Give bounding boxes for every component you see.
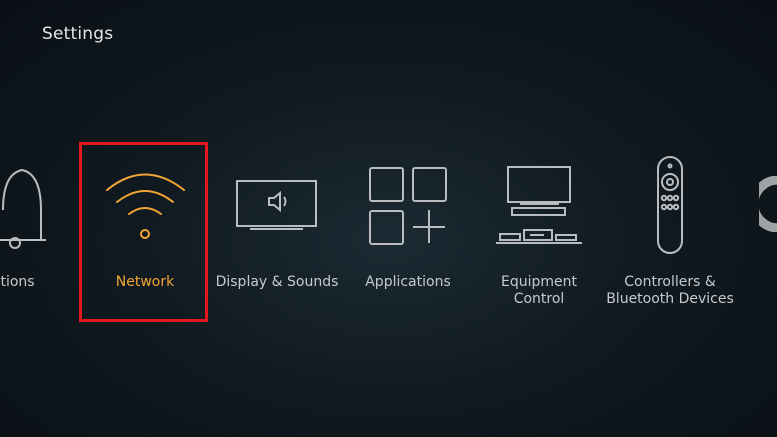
- menu-item-label: Equipment Control: [501, 274, 577, 307]
- menu-item-display-sounds[interactable]: Display & Sounds: [212, 150, 342, 330]
- focus-highlight: [79, 142, 208, 322]
- menu-item-label: fications: [0, 274, 35, 290]
- menu-item-controllers-bluetooth[interactable]: Controllers & Bluetooth Devices: [605, 150, 735, 330]
- menu-item-notifications[interactable]: fications: [0, 150, 90, 330]
- menu-item-label: Applications: [365, 274, 451, 290]
- page-title: Settings: [42, 24, 114, 44]
- remote-icon: [657, 156, 683, 254]
- next-item-icon[interactable]: [759, 176, 777, 232]
- equipment-icon: [496, 166, 582, 244]
- menu-item-label: Display & Sounds: [215, 274, 339, 290]
- menu-item-label: Controllers & Bluetooth Devices: [606, 274, 734, 307]
- menu-item-equipment-control[interactable]: Equipment Control: [474, 150, 604, 330]
- apps-grid-icon: [369, 167, 447, 245]
- menu-item-applications[interactable]: Applications: [343, 150, 473, 330]
- bell-icon: [0, 168, 46, 249]
- tv-speaker-icon: [236, 180, 317, 230]
